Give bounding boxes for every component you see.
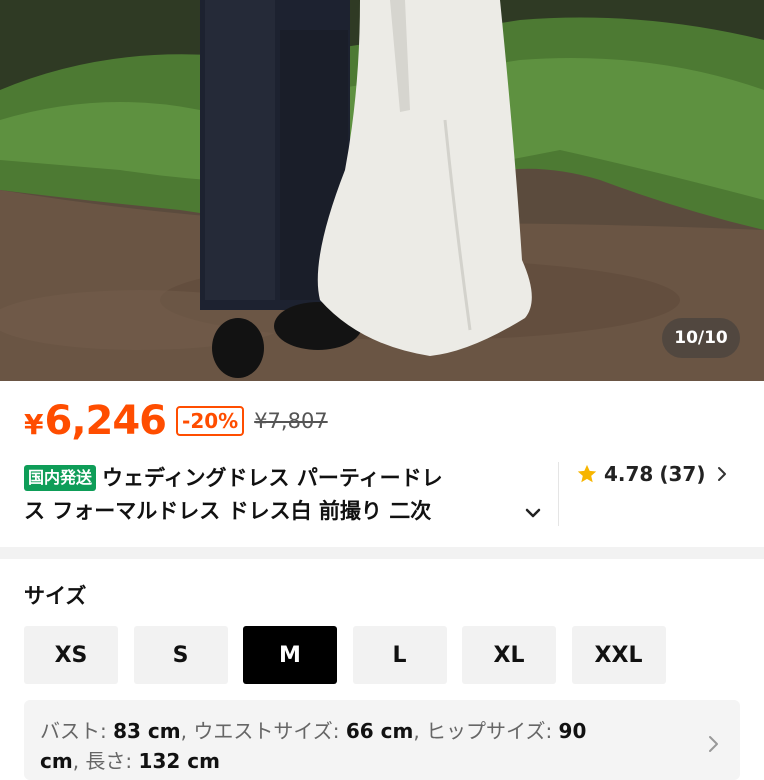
title-line-1: ウェディングドレス パーティードレ xyxy=(102,466,443,490)
domestic-shipping-badge: 国内発送 xyxy=(24,465,97,491)
original-price: ¥7,807 xyxy=(254,409,328,433)
currency-symbol: ¥ xyxy=(24,408,44,441)
hip-label: ヒップサイズ: xyxy=(426,719,553,743)
image-counter: 10/10 xyxy=(662,318,740,358)
size-measurements[interactable]: バスト: 83 cm, ウエストサイズ: 66 cm, ヒップサイズ: 90 cm… xyxy=(24,700,740,780)
waist-value: 66 cm xyxy=(345,719,414,743)
discount-badge: -20% xyxy=(176,406,245,436)
star-icon xyxy=(577,464,597,483)
length-label: 長さ: xyxy=(85,749,133,773)
size-option-l[interactable]: L xyxy=(352,626,447,684)
separator: , xyxy=(413,719,420,743)
product-photo[interactable]: 10/10 xyxy=(0,0,764,381)
hip-value: 90 xyxy=(558,719,587,743)
size-option-s[interactable]: S xyxy=(133,626,228,684)
divider xyxy=(558,462,559,526)
size-option-xxl[interactable]: XXL xyxy=(571,626,666,684)
hip-unit: cm xyxy=(40,749,73,773)
rating-score: 4.78 xyxy=(604,462,654,486)
length-value: 132 cm xyxy=(138,749,220,773)
rating-count: (37) xyxy=(659,462,706,486)
bust-value: 83 cm xyxy=(113,719,181,743)
chevron-right-icon xyxy=(718,467,727,481)
product-title[interactable]: 国内発送 ウェディングドレス パーティードレ ス フォーマルドレス ドレス白 前撮… xyxy=(24,462,544,528)
separator: , xyxy=(180,719,187,743)
price-value: 6,246 xyxy=(44,398,167,444)
measurements-text: バスト: 83 cm, ウエストサイズ: 66 cm, ヒップサイズ: 90 cm… xyxy=(40,716,670,776)
size-heading: サイズ xyxy=(24,584,87,608)
size-option-xl[interactable]: XL xyxy=(462,626,556,684)
section-divider xyxy=(0,547,764,559)
rating-link[interactable]: 4.78 (37) xyxy=(576,462,731,486)
bust-label: バスト: xyxy=(40,719,107,743)
waist-label: ウエストサイズ: xyxy=(193,719,340,743)
size-options: XS S M L XL XXL xyxy=(24,626,681,684)
size-option-xs[interactable]: XS xyxy=(24,626,118,684)
chevron-right-icon xyxy=(709,736,718,752)
price-row: ¥6,246 -20% ¥7,807 xyxy=(24,396,328,446)
chevron-down-icon[interactable] xyxy=(522,502,544,524)
size-option-m[interactable]: M xyxy=(243,626,337,684)
title-line-2: ス フォーマルドレス ドレス白 前撮り 二次 xyxy=(24,499,432,523)
current-price: ¥6,246 xyxy=(24,398,167,444)
separator: , xyxy=(72,749,80,773)
